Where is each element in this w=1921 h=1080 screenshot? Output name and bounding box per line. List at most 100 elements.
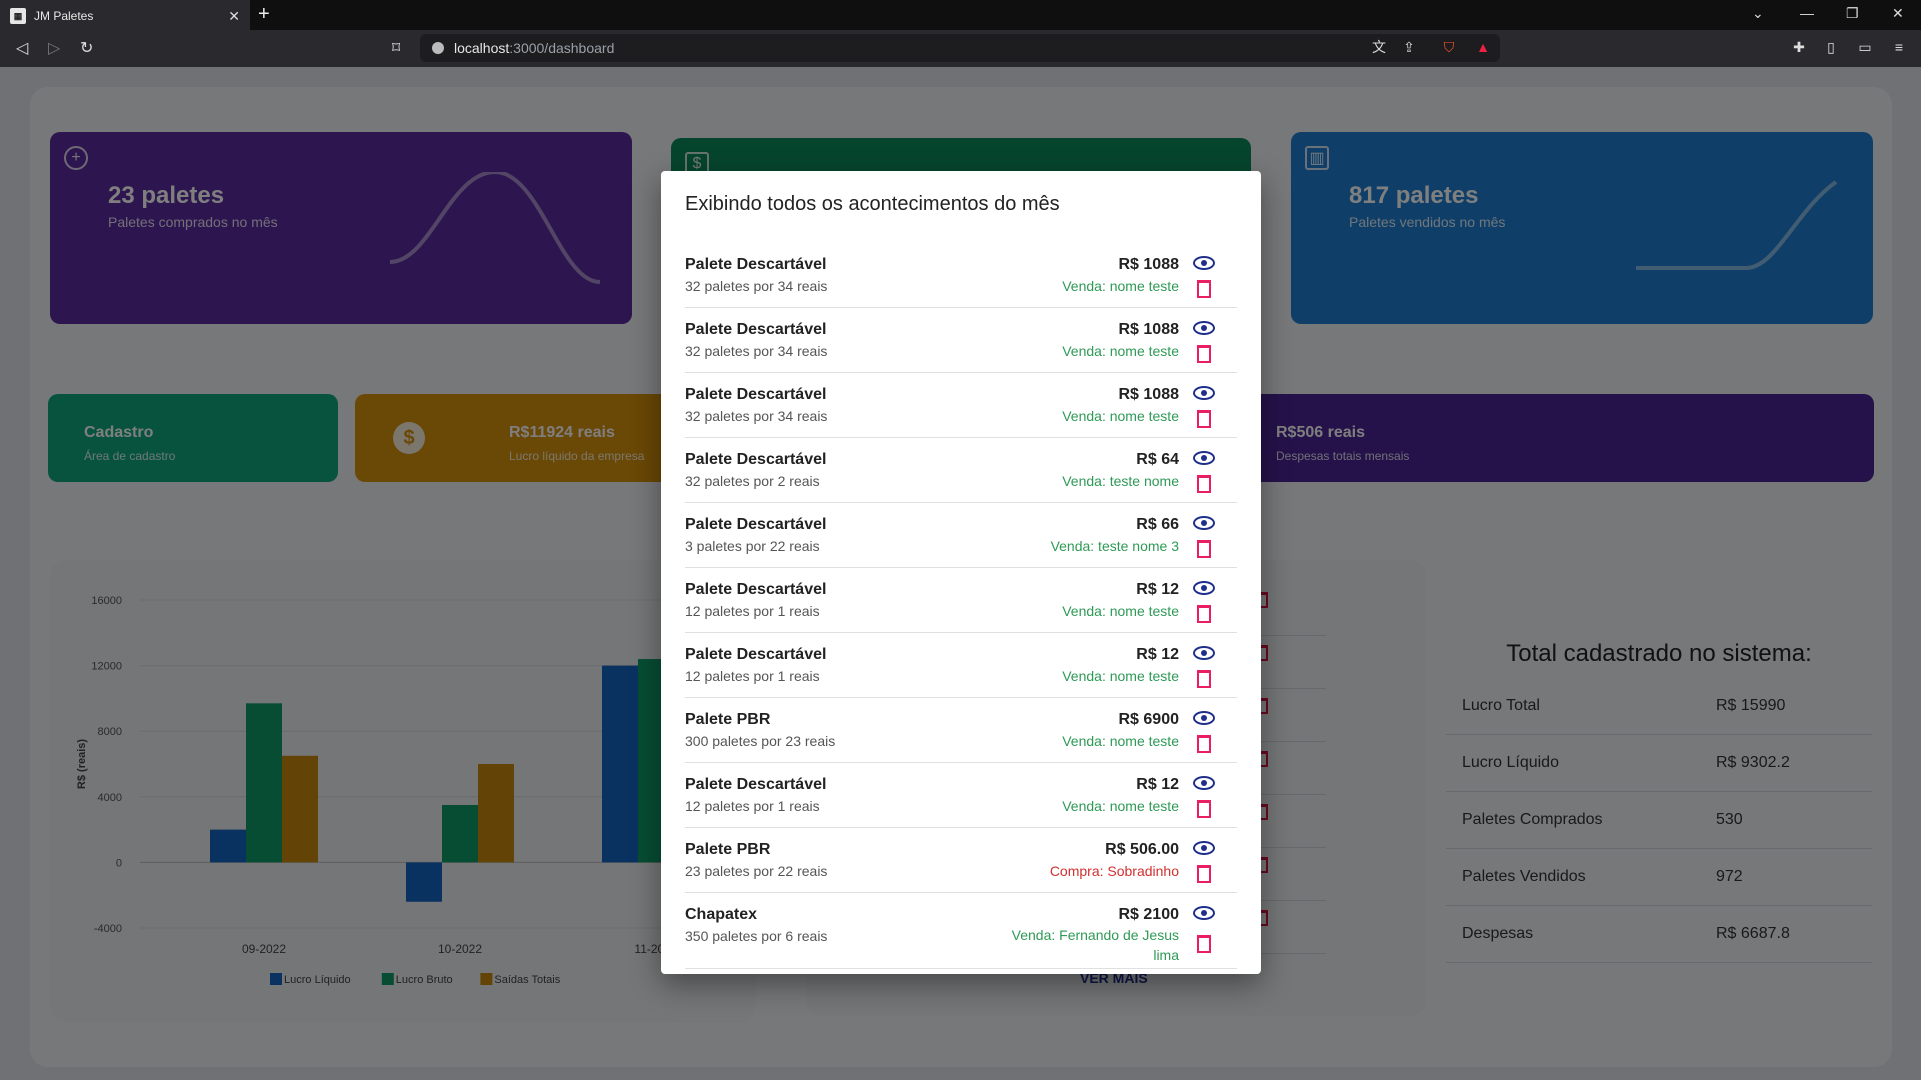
event-product: Palete Descartável — [685, 516, 827, 533]
site-favicon-icon: ▦ — [10, 8, 26, 24]
tab-title: JM Paletes — [34, 9, 94, 23]
event-item: Chapatex 350 paletes por 6 reais R$ 2100… — [685, 893, 1237, 969]
event-product: Palete PBR — [685, 711, 771, 728]
event-party: Venda: nome teste — [1062, 603, 1179, 619]
eye-icon[interactable] — [1193, 581, 1215, 595]
event-description: 12 paletes por 1 reais — [685, 798, 820, 814]
event-product: Palete Descartável — [685, 451, 827, 468]
browser-tab[interactable]: ▦ JM Paletes ✕ — [0, 0, 250, 30]
event-description: 32 paletes por 2 reais — [685, 473, 820, 489]
eye-icon[interactable] — [1193, 321, 1215, 335]
trash-icon[interactable] — [1197, 735, 1211, 753]
event-party: Venda: nome teste — [1062, 278, 1179, 294]
event-item: Palete PBR 300 paletes por 23 reais R$ 6… — [685, 698, 1237, 763]
event-item: Palete Descartável 32 paletes por 34 rea… — [685, 373, 1237, 438]
trash-icon[interactable] — [1197, 280, 1211, 298]
event-party: Compra: Sobradinho — [1049, 863, 1179, 879]
trash-icon[interactable] — [1197, 935, 1211, 953]
reload-icon[interactable]: ↻ — [80, 38, 93, 58]
back-icon[interactable]: ◁ — [16, 38, 28, 58]
events-modal: Exibindo todos os acontecimentos do mês … — [661, 171, 1261, 974]
event-party: Venda: nome teste — [1062, 343, 1179, 359]
event-price: R$ 64 — [1136, 451, 1179, 468]
event-price: R$ 12 — [1136, 581, 1179, 598]
eye-icon[interactable] — [1193, 906, 1215, 920]
event-item: Palete Descartável 12 paletes por 1 reai… — [685, 568, 1237, 633]
menu-icon[interactable]: ≡ — [1890, 38, 1908, 56]
eye-icon[interactable] — [1193, 841, 1215, 855]
trash-icon[interactable] — [1197, 670, 1211, 688]
event-party: Venda: nome teste — [1062, 668, 1179, 684]
event-price: R$ 1088 — [1118, 386, 1180, 403]
event-description: 32 paletes por 34 reais — [685, 343, 828, 359]
event-price: R$ 1088 — [1118, 321, 1180, 338]
eye-icon[interactable] — [1193, 711, 1215, 725]
trash-icon[interactable] — [1197, 605, 1211, 623]
eye-icon[interactable] — [1193, 386, 1215, 400]
event-price: R$ 506.00 — [1105, 841, 1179, 858]
trash-icon[interactable] — [1197, 865, 1211, 883]
url-host: localhost — [454, 40, 510, 56]
eye-icon[interactable] — [1193, 451, 1215, 465]
event-product: Palete Descartável — [685, 581, 827, 598]
event-item: Palete Descartável 3 paletes por 22 reai… — [685, 503, 1237, 568]
event-price: R$ 1088 — [1118, 256, 1180, 273]
browser-tab-strip: ▦ JM Paletes ✕ + ⌄ — ❐ ✕ — [0, 0, 1921, 30]
site-info-icon[interactable] — [432, 42, 444, 54]
trash-icon[interactable] — [1197, 540, 1211, 558]
address-bar[interactable]: localhost:3000/dashboard — [420, 34, 1500, 62]
tab-search-icon[interactable]: ⌄ — [1752, 5, 1764, 22]
event-price: R$ 6900 — [1118, 711, 1180, 728]
share-icon[interactable]: ⇪ — [1400, 38, 1418, 56]
trash-icon[interactable] — [1197, 475, 1211, 493]
event-party: Venda: Fernando de Jesus lima — [1011, 927, 1179, 963]
extensions-icon[interactable]: ✚ — [1790, 38, 1808, 56]
brave-shield-icon[interactable]: ⛉ — [1440, 38, 1458, 56]
event-price: R$ 12 — [1136, 776, 1179, 793]
modal-event-list: Palete Descartável 32 paletes por 34 rea… — [685, 243, 1237, 969]
event-item: Palete Descartável 12 paletes por 1 reai… — [685, 633, 1237, 698]
event-product: Palete PBR — [685, 841, 771, 858]
event-item: Palete Descartável 32 paletes por 34 rea… — [685, 243, 1237, 308]
eye-icon[interactable] — [1193, 516, 1215, 530]
trash-icon[interactable] — [1197, 410, 1211, 428]
eye-icon[interactable] — [1193, 256, 1215, 270]
eye-icon[interactable] — [1193, 646, 1215, 660]
event-description: 32 paletes por 34 reais — [685, 408, 828, 424]
trash-icon[interactable] — [1197, 800, 1211, 818]
event-price: R$ 66 — [1136, 516, 1179, 533]
eye-icon[interactable] — [1193, 776, 1215, 790]
event-description: 12 paletes por 1 reais — [685, 668, 820, 684]
event-item: Palete Descartável 32 paletes por 34 rea… — [685, 308, 1237, 373]
brave-rewards-icon[interactable]: ▲ — [1474, 38, 1492, 56]
event-description: 32 paletes por 34 reais — [685, 278, 828, 294]
event-party: Venda: nome teste — [1062, 408, 1179, 424]
trash-icon[interactable] — [1197, 345, 1211, 363]
modal-title: Exibindo todos os acontecimentos do mês — [685, 193, 1060, 215]
event-item: Palete Descartável 12 paletes por 1 reai… — [685, 763, 1237, 828]
sidebar-icon[interactable]: ▯ — [1822, 38, 1840, 56]
minimize-icon[interactable]: — — [1800, 5, 1814, 21]
event-product: Palete Descartável — [685, 256, 827, 273]
translate-icon[interactable]: 文 — [1370, 38, 1388, 56]
event-price: R$ 12 — [1136, 646, 1179, 663]
event-product: Chapatex — [685, 906, 758, 923]
new-tab-icon[interactable]: + — [258, 3, 270, 26]
event-description: 350 paletes por 6 reais — [685, 928, 828, 944]
event-party: Venda: teste nome 3 — [1050, 538, 1179, 554]
event-item: Palete Descartável 32 paletes por 2 reai… — [685, 438, 1237, 503]
event-item: Palete PBR 23 paletes por 22 reais R$ 50… — [685, 828, 1237, 893]
bookmark-icon[interactable]: ⌑ — [392, 38, 400, 58]
event-party: Venda: teste nome — [1062, 473, 1179, 489]
wallet-icon[interactable]: ▭ — [1856, 38, 1874, 56]
event-product: Palete Descartável — [685, 646, 827, 663]
restore-icon[interactable]: ❐ — [1846, 5, 1859, 22]
close-window-icon[interactable]: ✕ — [1892, 5, 1904, 22]
event-product: Palete Descartável — [685, 776, 827, 793]
event-product: Palete Descartável — [685, 386, 827, 403]
event-party: Venda: nome teste — [1062, 733, 1179, 749]
event-description: 23 paletes por 22 reais — [685, 863, 828, 879]
url-path: :3000/dashboard — [509, 40, 615, 56]
forward-icon[interactable]: ▷ — [48, 38, 60, 58]
close-tab-icon[interactable]: ✕ — [228, 8, 240, 25]
